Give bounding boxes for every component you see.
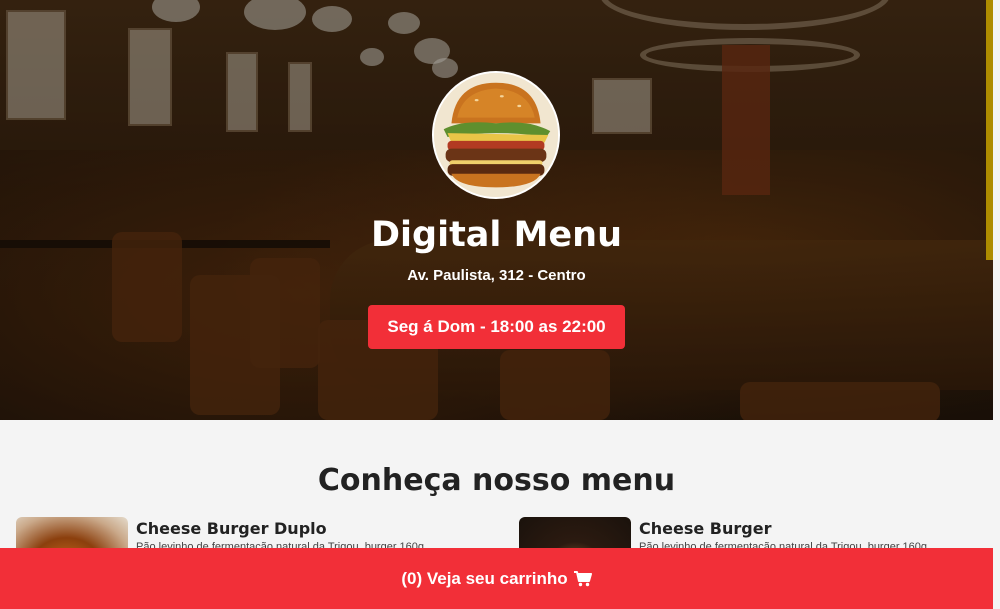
burger-icon bbox=[434, 73, 558, 197]
hero-banner bbox=[0, 0, 993, 420]
cart-label: (0) Veja seu carrinho bbox=[401, 568, 568, 588]
restaurant-address: Av. Paulista, 312 - Centro bbox=[407, 267, 586, 284]
product-name[interactable]: Cheese Burger bbox=[639, 519, 771, 538]
restaurant-title: Digital Menu bbox=[370, 215, 623, 255]
product-name[interactable]: Cheese Burger Duplo bbox=[136, 519, 327, 538]
opening-hours-badge: Seg á Dom - 18:00 as 22:00 bbox=[368, 305, 625, 349]
burger-logo bbox=[432, 71, 560, 199]
shopping-cart-icon bbox=[573, 570, 592, 586]
hero-overlay bbox=[0, 0, 993, 420]
menu-heading: Conheça nosso menu bbox=[317, 463, 676, 498]
view-cart-button[interactable]: (0) Veja seu carrinho bbox=[0, 548, 993, 609]
